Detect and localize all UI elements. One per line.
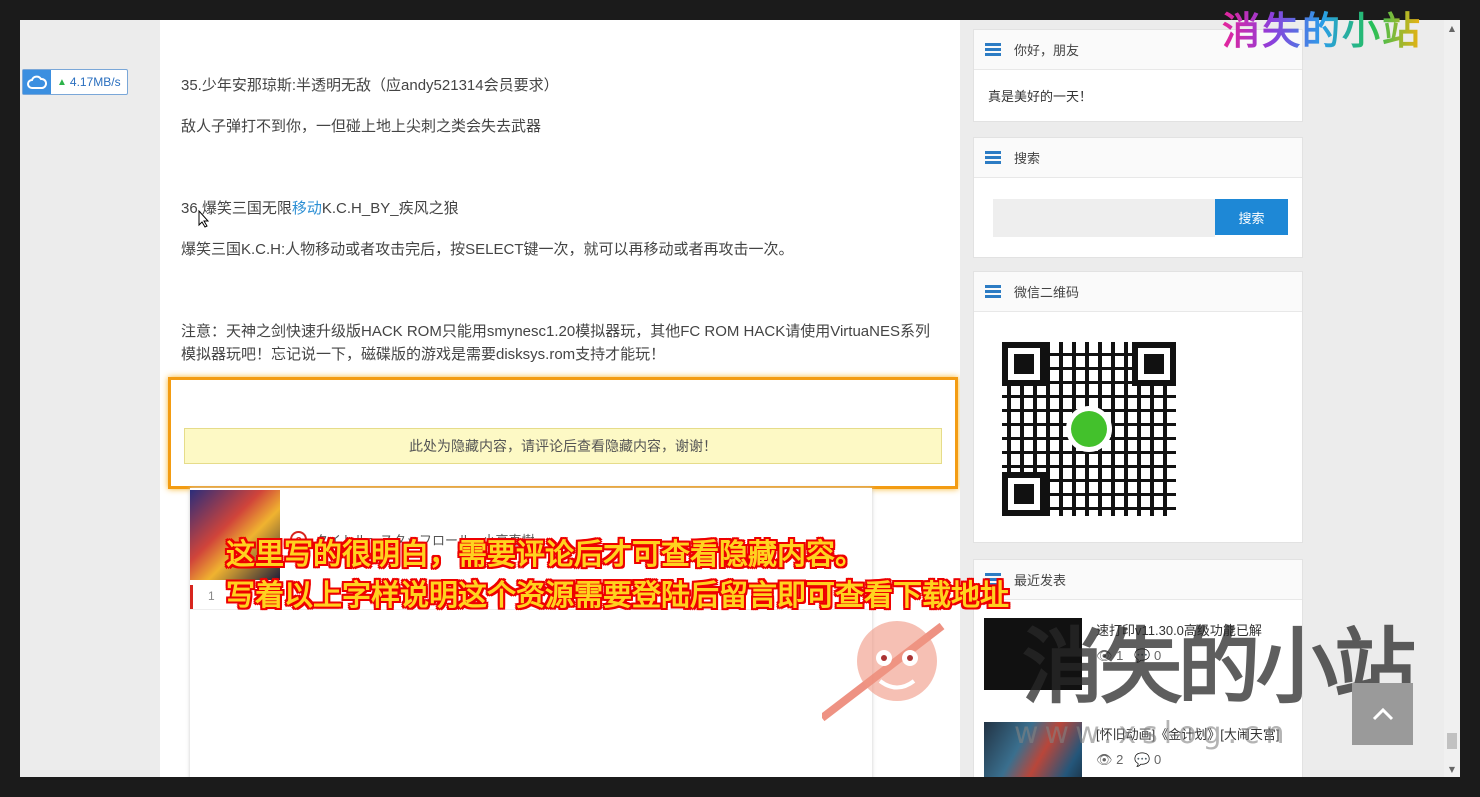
search-input[interactable] — [993, 199, 1215, 237]
annotation-line-1: 这里写的很明白，需要评论后才可查看隐藏内容。 — [226, 537, 865, 571]
search-widget: 搜索 搜索 — [973, 137, 1303, 258]
item-36-title: 36.爆笑三国无限移动K.C.H_BY_疾风之狼 — [181, 197, 951, 220]
item-36-link[interactable]: 移动 — [292, 200, 322, 217]
item-36-description: 爆笑三国K.C.H:人物移动或者攻击完后，按SELECT键一次，就可以再移动或者… — [181, 241, 794, 258]
back-to-top-button[interactable] — [1352, 683, 1413, 745]
comment-icon: 💬 — [1134, 752, 1151, 767]
comment-count: 0 — [1154, 752, 1162, 767]
qr-finder-pattern — [1002, 472, 1046, 516]
music-player[interactable]: c タイトル～スタッフロール - 小高直樹 1 — [190, 488, 872, 777]
site-logo-watermark: 消失的小站 — [1222, 0, 1422, 53]
menu-icon — [985, 285, 1001, 298]
wechat-qr-widget: 微信二维码 — [973, 271, 1303, 543]
site-watermark-url: www.xslog.cn — [1014, 716, 1291, 751]
wechat-logo-icon — [1066, 406, 1112, 452]
view-count: 2 — [1116, 752, 1124, 767]
scrollbar-thumb[interactable] — [1447, 733, 1457, 749]
widget-header: 搜索 — [974, 138, 1302, 178]
highlight-frame: 此处为隐藏内容，请评论后查看隐藏内容，谢谢！ — [168, 377, 958, 489]
widget-header: 最近发表 — [974, 560, 1302, 600]
download-arrow-icon: ▲ — [57, 76, 67, 88]
network-speed-widget[interactable]: ▲ 4.17MB/s — [22, 69, 128, 95]
chevron-up-icon — [1372, 707, 1393, 721]
widget-title: 微信二维码 — [1014, 285, 1080, 300]
mouse-cursor-icon — [198, 210, 210, 228]
scroll-up-arrow-icon[interactable]: ▲ — [1444, 20, 1460, 36]
post-meta: 👁 2 💬 0 — [1096, 752, 1161, 768]
menu-icon — [985, 43, 1001, 56]
network-speed-value: 4.17MB/s — [69, 75, 121, 89]
widget-title: 最近发表 — [1014, 573, 1067, 588]
cloud-icon — [23, 70, 51, 94]
monkey-mascot-watermark — [822, 621, 945, 722]
qr-finder-pattern — [1132, 342, 1176, 386]
greeting-text: 真是美好的一天！ — [988, 89, 1093, 104]
active-track-indicator — [190, 585, 193, 609]
annotation-overlay: 这里写的很明白，需要评论后才可查看隐藏内容。 写着以上字样说明这个资源需要登陆后… — [226, 534, 1009, 616]
menu-icon — [985, 151, 1001, 164]
scroll-down-arrow-icon[interactable]: ▼ — [1444, 761, 1460, 777]
search-button[interactable]: 搜索 — [1215, 199, 1288, 235]
search-form: 搜索 — [993, 199, 1288, 237]
eye-icon: 👁 — [1096, 752, 1113, 767]
qr-finder-pattern — [1002, 342, 1046, 386]
hidden-content-notice: 此处为隐藏内容，请评论后查看隐藏内容，谢谢！ — [184, 428, 942, 464]
wechat-qr-code — [1002, 342, 1176, 516]
widget-title: 你好，朋友 — [1014, 43, 1080, 58]
track-number: 1 — [208, 589, 215, 603]
item-35-title: 35.少年安那琼斯:半透明无敌（应andy521314会员要求） — [181, 77, 559, 94]
widget-title: 搜索 — [1014, 151, 1041, 166]
item-35-description: 敌人子弹打不到你，一但碰上地上尖刺之类会失去武器 — [181, 118, 542, 135]
vertical-scrollbar[interactable]: ▲ ▼ — [1444, 20, 1460, 777]
item-36-title-suffix: K.C.H_BY_疾风之狼 — [321, 200, 459, 217]
article-note: 注意：天神之剑快速升级版HACK ROM只能用smynesc1.20模拟器玩，其… — [181, 323, 930, 363]
widget-header: 微信二维码 — [974, 272, 1302, 312]
